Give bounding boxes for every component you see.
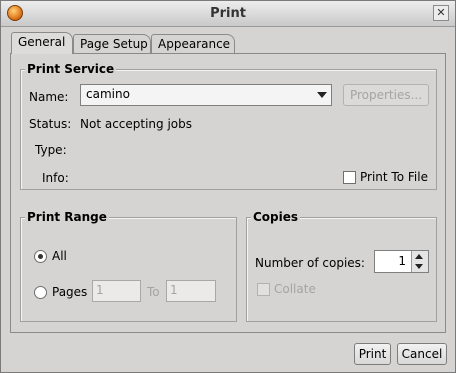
print-to-file-checkbox[interactable] — [343, 171, 356, 184]
print-service-group: Print Service Name: camino Properties...… — [20, 62, 437, 190]
number-of-copies-label: Number of copies: — [255, 256, 365, 270]
status-label: Status: — [29, 117, 72, 131]
title-bar[interactable]: Print ✕ — [1, 1, 455, 27]
collate-label: Collate — [274, 282, 316, 296]
tab-page-setup[interactable]: Page Setup — [73, 34, 151, 54]
general-panel: Print Service Name: camino Properties...… — [10, 53, 446, 333]
printer-name-value: camino — [86, 87, 130, 101]
status-value: Not accepting jobs — [80, 117, 193, 131]
print-button[interactable]: Print — [354, 343, 391, 365]
type-label: Type: — [35, 143, 67, 157]
collate-checkbox[interactable] — [257, 283, 270, 296]
print-service-heading: Print Service — [25, 62, 117, 76]
pages-radio[interactable] — [34, 286, 47, 299]
dropdown-arrow-icon — [317, 92, 327, 98]
print-dialog: Print ✕ General Page Setup Appearance Pr… — [0, 0, 456, 373]
copies-spinner[interactable]: 1 — [374, 250, 429, 273]
to-label: To — [147, 285, 160, 299]
close-icon[interactable]: ✕ — [433, 5, 449, 21]
pages-from-field[interactable]: 1 — [92, 280, 141, 302]
spinner-down-icon[interactable] — [415, 264, 423, 269]
properties-button[interactable]: Properties... — [343, 84, 429, 106]
tab-general[interactable]: General — [11, 32, 73, 54]
tab-label: Page Setup — [80, 37, 148, 51]
pages-label: Pages — [52, 285, 88, 299]
print-range-group: Print Range All Pages 1 To 1 — [20, 210, 237, 322]
info-label: Info: — [42, 171, 69, 185]
print-to-file-label: Print To File — [360, 170, 428, 184]
printer-name-select[interactable]: camino — [80, 84, 332, 106]
spinner-up-icon[interactable] — [415, 254, 423, 259]
all-radio[interactable] — [34, 250, 47, 263]
name-label: Name: — [29, 90, 69, 104]
radio-selected-dot — [38, 254, 43, 259]
all-label: All — [52, 249, 67, 263]
copies-heading: Copies — [251, 210, 301, 224]
tab-label: Appearance — [158, 37, 231, 51]
cancel-button[interactable]: Cancel — [397, 343, 447, 365]
print-range-heading: Print Range — [25, 210, 109, 224]
window-title: Print — [210, 6, 246, 21]
pages-to-field[interactable]: 1 — [166, 280, 216, 302]
copies-value: 1 — [398, 254, 406, 268]
tab-label: General — [18, 35, 66, 49]
copies-group: Copies Number of copies: 1 Collate — [246, 210, 437, 322]
tab-appearance[interactable]: Appearance — [151, 34, 235, 54]
spinner-buttons — [411, 251, 428, 272]
